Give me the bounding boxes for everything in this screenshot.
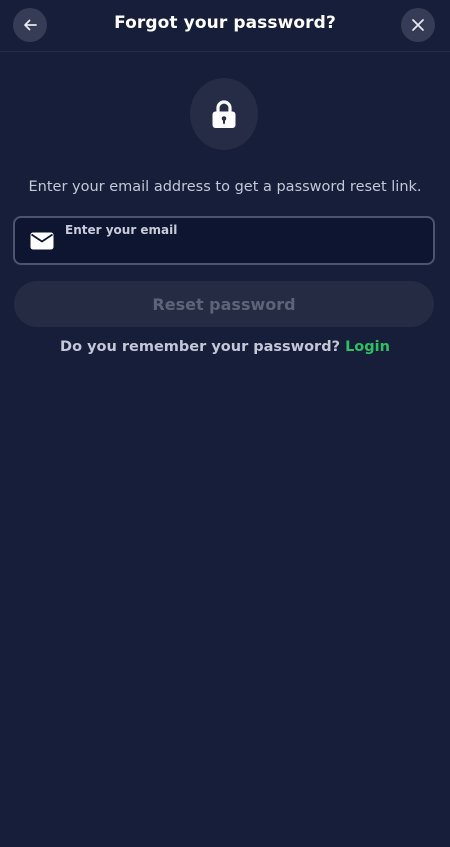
login-prompt: Do you remember your password? Login [0, 339, 450, 355]
lock-badge [190, 78, 258, 150]
login-link[interactable]: Login [345, 339, 390, 355]
email-field[interactable]: Enter your email [13, 216, 435, 265]
email-input[interactable] [65, 222, 415, 258]
reset-password-button[interactable]: Reset password [14, 281, 434, 327]
close-button[interactable] [401, 8, 435, 42]
back-button[interactable] [13, 8, 47, 42]
instructions-text: Enter your email address to get a passwo… [28, 179, 422, 195]
close-icon [412, 19, 424, 31]
lock-icon [212, 100, 236, 128]
page-title: Forgot your password? [114, 13, 336, 33]
header: Forgot your password? [0, 0, 450, 52]
login-prompt-text: Do you remember your password? [60, 339, 340, 355]
envelope-icon [30, 232, 54, 250]
arrow-left-icon [24, 19, 37, 31]
